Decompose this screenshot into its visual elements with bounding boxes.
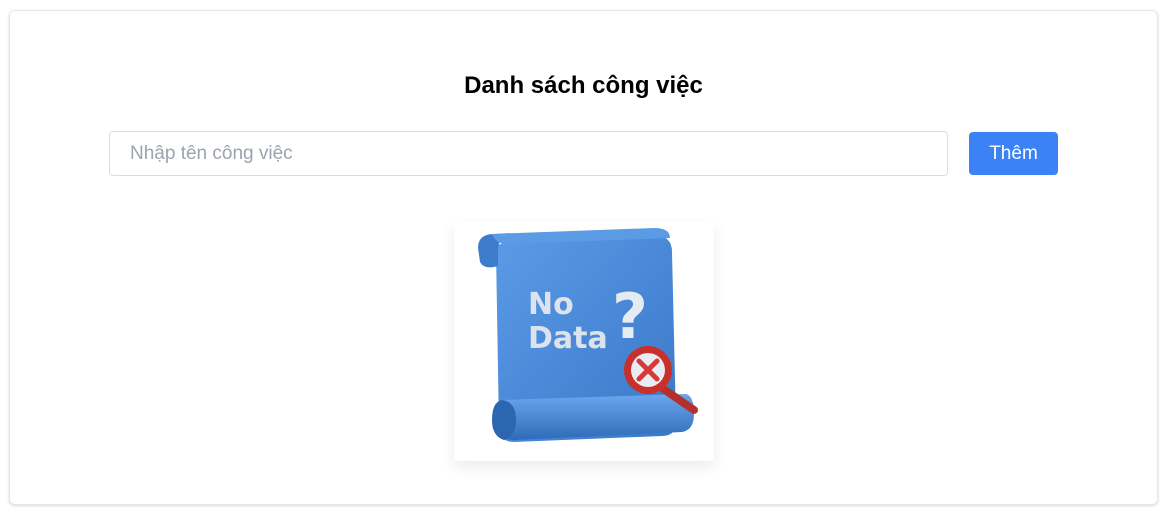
todo-card: Danh sách công việc Thêm	[9, 10, 1158, 505]
empty-state-illustration: No Data ?	[454, 222, 714, 461]
question-mark: ?	[612, 280, 648, 353]
task-name-input[interactable]	[109, 131, 948, 176]
no-data-text-line2: Data	[528, 321, 608, 356]
no-data-text-line1: No	[528, 287, 574, 322]
add-task-button[interactable]: Thêm	[969, 132, 1058, 175]
page-title: Danh sách công việc	[464, 72, 703, 99]
no-data-icon: No Data ?	[478, 228, 698, 442]
